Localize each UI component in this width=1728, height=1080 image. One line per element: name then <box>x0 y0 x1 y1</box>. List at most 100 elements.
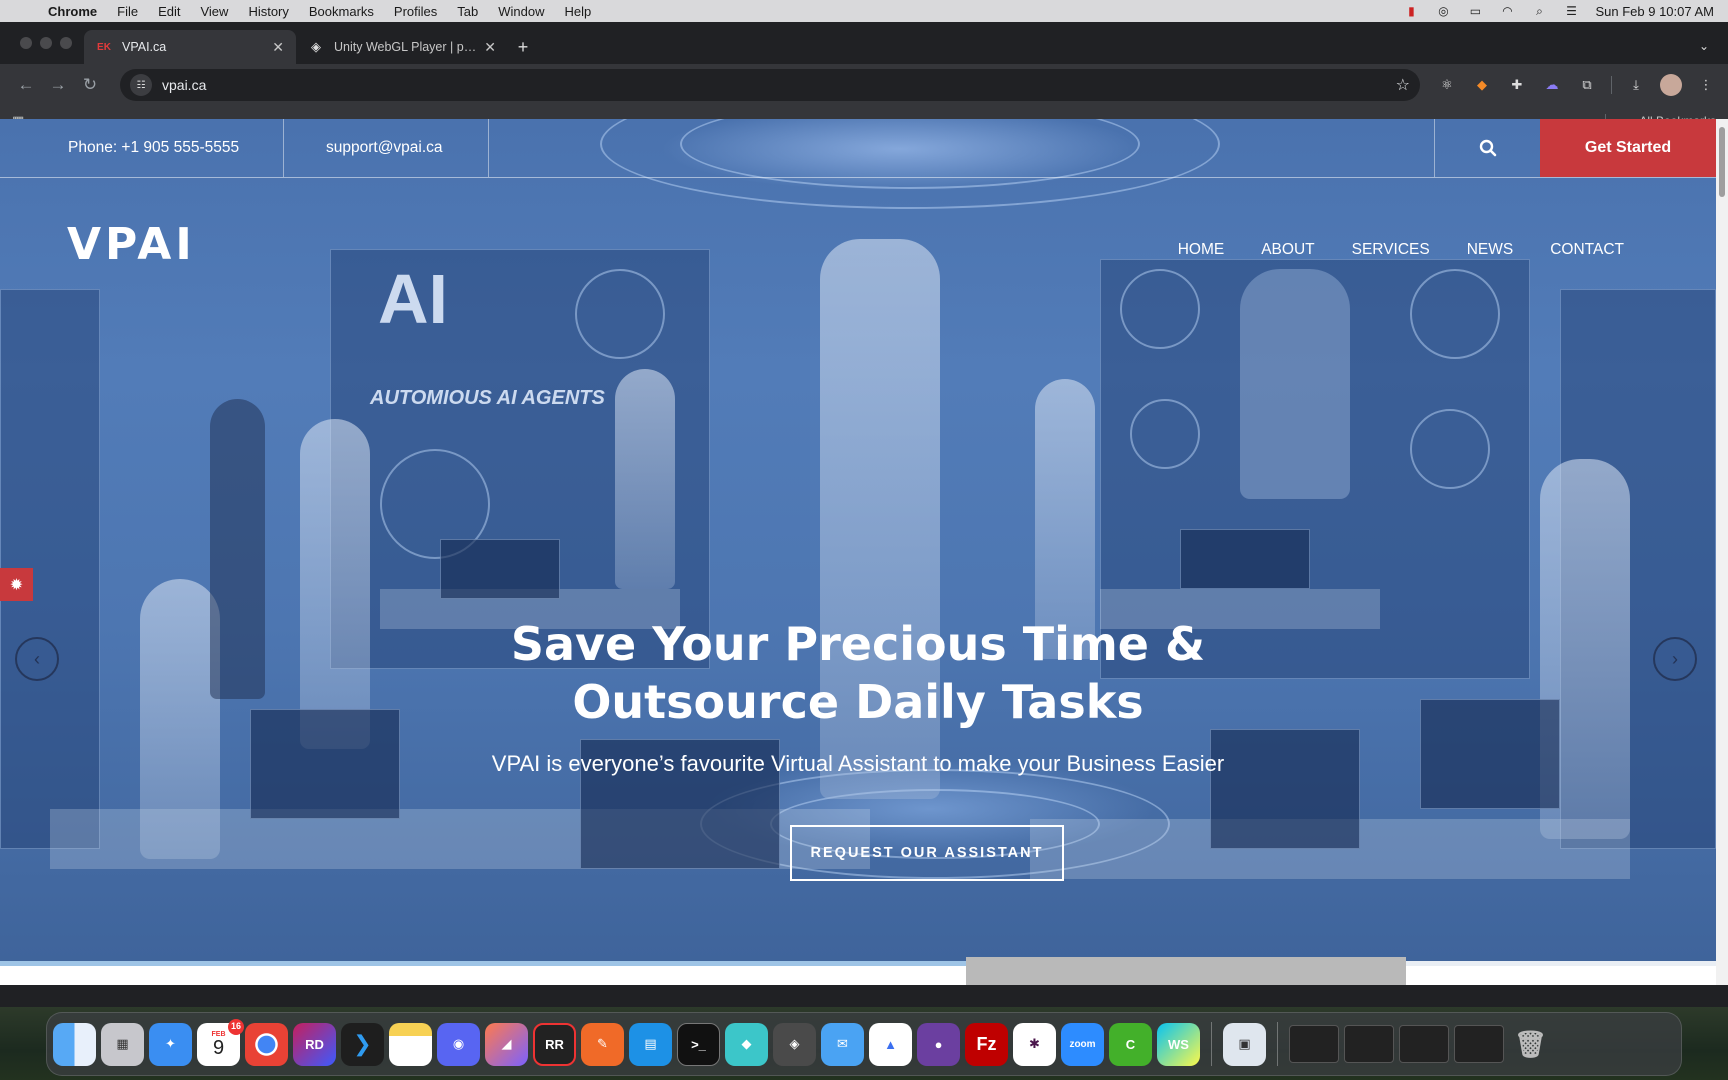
apple-icon[interactable] <box>14 4 28 18</box>
nav-about[interactable]: ABOUT <box>1261 241 1314 259</box>
battery-icon[interactable]: ▭ <box>1467 4 1483 18</box>
minimized-window-thumbnail[interactable] <box>1454 1025 1504 1063</box>
slack-icon[interactable]: ✱ <box>1013 1022 1056 1066</box>
notes-icon[interactable] <box>389 1022 432 1066</box>
new-tab-button[interactable]: + <box>508 30 538 64</box>
reload-button[interactable]: ↻ <box>74 69 106 101</box>
url-text[interactable]: vpai.ca <box>162 77 1396 93</box>
minimized-window-thumbnail[interactable] <box>1289 1025 1339 1063</box>
github-icon[interactable]: ● <box>917 1022 960 1066</box>
extension-purple-icon[interactable]: ☁ <box>1541 74 1563 96</box>
email-link[interactable]: support@vpai.ca <box>284 119 489 177</box>
hero-headline: Save Your Precious Time & Outsource Dail… <box>0 615 1716 731</box>
tab-vpai[interactable]: EK VPAI.ca ✕ <box>84 30 296 64</box>
grammarly-icon[interactable]: ◎ <box>1435 4 1451 18</box>
site-search-button[interactable] <box>1434 119 1540 177</box>
downloads-icon[interactable]: ⤓ <box>1625 74 1647 96</box>
minimize-window-button[interactable] <box>40 37 52 49</box>
headline-line-1: Save Your Precious Time & <box>510 617 1206 671</box>
nord-icon[interactable]: ▲ <box>869 1022 912 1066</box>
wifi-icon[interactable]: ◠ <box>1499 4 1515 18</box>
menu-bookmarks[interactable]: Bookmarks <box>309 4 374 19</box>
control-center-icon[interactable]: ☰ <box>1563 4 1579 18</box>
tab-search-chevron-icon[interactable]: ⌄ <box>1692 34 1716 58</box>
discord-icon[interactable]: ◉ <box>437 1022 480 1066</box>
recording-icon[interactable]: ▮ <box>1403 4 1419 18</box>
preview-icon[interactable]: ▣ <box>1223 1022 1266 1066</box>
nav-home[interactable]: HOME <box>1178 241 1225 259</box>
headline-line-2: Outsource Daily Tasks <box>572 675 1144 729</box>
phone-link[interactable]: Phone: +1 905 555-5555 <box>0 119 284 177</box>
address-bar[interactable]: ☷ vpai.ca ☆ <box>120 69 1420 101</box>
browser-toolbar: ← → ↻ ☷ vpai.ca ☆ ⚛ ◆ ✚ ☁ ⧉ ⤓ ⋮ <box>0 64 1728 106</box>
react-devtools-icon[interactable]: ⚛ <box>1436 74 1458 96</box>
tab-unity[interactable]: ◈ Unity WebGL Player | prospec ✕ <box>296 30 508 64</box>
settings-gear-button[interactable]: ✹ <box>0 568 33 601</box>
finder-icon[interactable] <box>53 1022 96 1066</box>
pen-icon[interactable]: ✎ <box>581 1022 624 1066</box>
zoom-window-button[interactable] <box>60 37 72 49</box>
chrome-menu-icon[interactable]: ⋮ <box>1695 74 1717 96</box>
menu-profiles[interactable]: Profiles <box>394 4 437 19</box>
safari-icon[interactable]: ✦ <box>149 1022 192 1066</box>
menu-edit[interactable]: Edit <box>158 4 180 19</box>
spotlight-icon[interactable]: ⌕ <box>1531 4 1547 18</box>
nav-contact[interactable]: CONTACT <box>1550 241 1624 259</box>
menu-view[interactable]: View <box>200 4 228 19</box>
menubar-clock[interactable]: Sun Feb 9 10:07 AM <box>1595 4 1714 19</box>
menu-file[interactable]: File <box>117 4 138 19</box>
calendar-icon[interactable]: FEB 9 16 <box>197 1018 244 1066</box>
mail-icon[interactable]: ✉ <box>821 1022 864 1066</box>
calendar-badge: 16 <box>227 1018 244 1035</box>
extension-icon[interactable]: ✚ <box>1506 74 1528 96</box>
main-nav: HOME ABOUT SERVICES NEWS CONTACT <box>1178 241 1624 259</box>
webstorm-icon[interactable]: WS <box>1157 1022 1200 1066</box>
menu-tab[interactable]: Tab <box>457 4 478 19</box>
cube-icon[interactable]: ◆ <box>725 1022 768 1066</box>
menu-window[interactable]: Window <box>498 4 544 19</box>
rr-icon[interactable]: RR <box>533 1022 576 1066</box>
menu-history[interactable]: History <box>248 4 288 19</box>
profile-avatar[interactable] <box>1660 74 1682 96</box>
rider-icon[interactable]: RD <box>293 1022 336 1066</box>
close-tab-icon[interactable]: ✕ <box>484 39 496 56</box>
puzzle-extensions-icon[interactable]: ⧉ <box>1576 74 1598 96</box>
site-logo[interactable]: VPAI <box>67 219 196 270</box>
terminal-icon[interactable]: >_ <box>677 1022 720 1066</box>
forward-button[interactable]: → <box>42 69 74 101</box>
chrome-icon[interactable] <box>245 1022 288 1066</box>
launchpad-icon[interactable]: ▦ <box>101 1022 144 1066</box>
scrollbar-thumb[interactable] <box>1719 127 1725 197</box>
menu-help[interactable]: Help <box>565 4 592 19</box>
search-icon <box>1479 139 1496 157</box>
monitor <box>440 539 560 599</box>
nav-services[interactable]: SERVICES <box>1352 241 1430 259</box>
close-window-button[interactable] <box>20 37 32 49</box>
camo-icon[interactable]: C <box>1109 1022 1152 1066</box>
gear-icon: ✹ <box>9 576 24 594</box>
close-tab-icon[interactable]: ✕ <box>272 39 284 56</box>
filezilla-icon[interactable]: Fz <box>965 1022 1008 1066</box>
nav-news[interactable]: NEWS <box>1467 241 1514 259</box>
wall-ai-text: AI <box>378 260 448 338</box>
back-button[interactable]: ← <box>10 69 42 101</box>
unity-icon[interactable]: ◈ <box>773 1022 816 1066</box>
page-scrollbar[interactable] <box>1716 119 1728 985</box>
metamask-icon[interactable]: ◆ <box>1471 74 1493 96</box>
trash-icon[interactable]: 🗑 <box>1509 1023 1552 1066</box>
site-topbar: Phone: +1 905 555-5555 support@vpai.ca G… <box>0 119 1716 178</box>
dock-divider <box>1211 1022 1212 1066</box>
request-assistant-button[interactable]: REQUEST OUR ASSISTANT <box>790 825 1064 881</box>
bookmark-star-icon[interactable]: ☆ <box>1396 75 1410 95</box>
minimized-window-thumbnail[interactable] <box>1344 1025 1394 1063</box>
site-info-icon[interactable]: ☷ <box>130 74 152 96</box>
menu-app-name[interactable]: Chrome <box>48 4 97 19</box>
get-started-button[interactable]: Get Started <box>1540 119 1716 177</box>
vscode-icon[interactable]: ❯ <box>341 1022 384 1066</box>
minimized-window-thumbnail[interactable] <box>1399 1025 1449 1063</box>
zoom-icon[interactable]: zoom <box>1061 1022 1104 1066</box>
monitor <box>1210 729 1360 849</box>
affinity-icon[interactable]: ◢ <box>485 1022 528 1066</box>
docker-icon[interactable]: ▤ <box>629 1022 672 1066</box>
tab-title: VPAI.ca <box>122 40 167 54</box>
